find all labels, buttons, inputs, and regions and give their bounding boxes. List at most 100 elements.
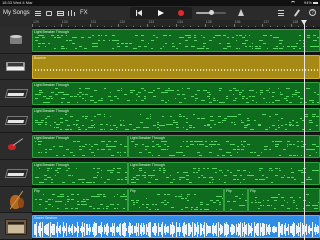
midi-note [81,93,85,95]
wrench-icon[interactable] [293,9,301,17]
playhead-handle[interactable] [301,20,307,25]
midi-note [299,69,301,72]
track-header[interactable] [0,80,32,107]
midi-note [211,179,215,181]
midi-note [140,100,144,102]
track-lane[interactable]: Bounce [32,53,320,81]
midi-note [91,34,94,36]
midi-note [51,194,55,196]
midi-note [117,42,119,44]
midi-note [100,169,103,171]
midi-note [182,127,185,129]
track-lane[interactable]: Flip Flip Flip Flip [32,186,320,214]
midi-note [175,123,179,125]
my-songs-button[interactable]: My Songs [3,9,30,17]
timeline-ruler[interactable]: 129 130 131 132 133 134 135 136 137 138 [32,20,320,27]
track-lane[interactable]: Light Breaker Through [32,27,320,54]
midi-note [48,198,51,200]
midi-note [84,93,88,95]
midi-note [312,114,316,116]
midi-note [86,198,89,200]
track-lane[interactable]: Sweet Gesture [32,213,320,240]
master-volume-thumb[interactable] [208,10,214,15]
track-header[interactable] [0,187,32,214]
midi-region[interactable]: Light Breaker Through [32,28,320,53]
midi-note [178,196,181,198]
loop-icon[interactable] [45,9,53,17]
track-lane[interactable]: Light Breaker Through [32,106,320,134]
midi-note [274,114,278,116]
track-header[interactable] [0,213,32,240]
midi-note [88,205,93,207]
track-header[interactable] [0,27,32,54]
midi-region[interactable]: Light Breaker Through [128,134,320,159]
midi-note [314,207,318,209]
fx-button[interactable]: FX [80,9,88,17]
midi-region[interactable]: Flip [32,188,128,212]
midi-note [68,174,71,176]
midi-note [200,208,202,210]
midi-note [96,196,100,198]
midi-note [244,40,249,42]
track-header[interactable] [0,133,32,160]
midi-note [290,167,293,169]
midi-region[interactable]: Light Breaker Through [32,134,128,159]
midi-note [136,174,140,176]
midi-note [54,93,57,95]
midi-note [162,125,166,127]
rewind-icon[interactable] [136,10,142,16]
mixer-icon[interactable] [67,9,76,17]
midi-note [283,98,287,100]
audio-region[interactable]: Sweet Gesture [32,214,320,239]
midi-region[interactable]: Flip [224,188,248,212]
browser-icon[interactable] [56,9,64,17]
midi-note [315,151,318,153]
midi-note [75,123,79,125]
count-in-icon[interactable] [278,9,286,17]
midi-note [81,37,84,39]
master-volume-slider[interactable] [196,10,226,15]
midi-note [300,140,304,142]
midi-note [167,87,170,89]
region-label: Flip [130,189,136,194]
midi-region[interactable]: Flip [248,188,320,212]
midi-note [296,125,299,127]
region-label: Bounce [34,56,46,61]
midi-region[interactable]: Light Breaker Through [32,81,320,106]
ruler-bar-number: 132 [119,20,126,24]
midi-note [75,125,77,127]
record-icon[interactable] [178,10,184,16]
help-icon[interactable]: ? [309,9,316,16]
track-header[interactable] [0,54,32,81]
playhead[interactable] [304,20,305,240]
track-lane[interactable]: Light Breaker Through [32,80,320,107]
midi-note [200,69,202,72]
track-header[interactable] [0,107,32,134]
midi-region[interactable]: Light Breaker Through [128,161,320,186]
track-header[interactable] [0,160,32,187]
track-lane[interactable]: Light Breaker Through Light Breaker Throu… [32,133,320,160]
midi-note [259,93,262,95]
midi-note [233,121,236,123]
midi-note [240,121,245,123]
midi-region[interactable]: Flip [128,188,224,212]
midi-note [88,143,91,145]
bounce-region[interactable]: Bounce [32,55,320,79]
midi-note [88,149,91,151]
midi-note [165,91,168,93]
midi-region[interactable]: Light Breaker Through [32,161,128,186]
midi-note [109,129,113,131]
midi-note [136,127,141,129]
tracks-view-icon[interactable] [34,9,42,17]
midi-note [314,91,317,93]
play-icon[interactable] [158,10,164,16]
midi-note [308,176,310,178]
midi-note [172,179,176,181]
track-lane[interactable]: Light Breaker Through Light Breaker Throu… [32,160,320,187]
midi-region[interactable]: Light Breaker Through [32,108,320,132]
midi-note [71,181,73,183]
midi-note [191,45,195,47]
track-headers [0,27,32,240]
drum-kit-icon [9,34,23,44]
metronome-icon[interactable] [238,9,244,16]
